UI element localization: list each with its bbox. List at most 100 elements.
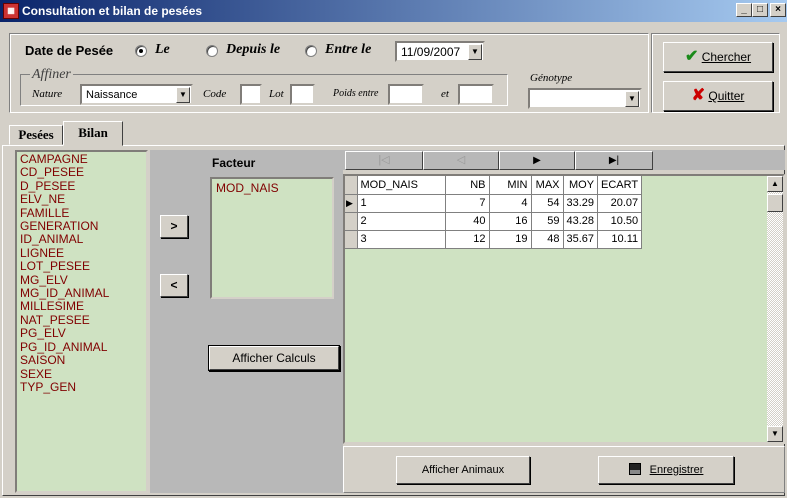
- date-dropdown[interactable]: 11/09/2007 ▼: [395, 41, 485, 62]
- add-factor-button[interactable]: >: [160, 215, 188, 238]
- table-cell[interactable]: 40: [445, 212, 490, 231]
- lot-input[interactable]: [290, 84, 315, 105]
- tab-pesees[interactable]: Pesées: [9, 125, 63, 145]
- table-cell[interactable]: 12: [445, 230, 490, 249]
- scroll-up-icon[interactable]: ▲: [767, 176, 783, 192]
- maximize-button[interactable]: □: [752, 3, 768, 17]
- field-list-item[interactable]: MG_ID_ANIMAL: [20, 286, 143, 300]
- field-list-item[interactable]: NAT_PESEE: [20, 313, 143, 327]
- field-list-item[interactable]: TYP_GEN: [20, 380, 143, 394]
- field-list-item[interactable]: PG_ID_ANIMAL: [20, 340, 143, 354]
- radio-depuis[interactable]: [206, 45, 218, 57]
- floppy-disk-icon: [628, 463, 641, 475]
- row-indicator[interactable]: [345, 212, 358, 231]
- row-indicator[interactable]: [345, 230, 358, 249]
- chercher-button[interactable]: ✔ Chercher: [663, 42, 773, 72]
- chevron-down-icon[interactable]: ▼: [468, 44, 482, 60]
- chevron-down-icon[interactable]: ▼: [625, 91, 639, 107]
- tab-bilan[interactable]: Bilan: [63, 121, 123, 146]
- row-indicator-header: [345, 176, 358, 195]
- column-header[interactable]: MIN: [489, 176, 532, 195]
- facteur-list[interactable]: MOD_NAIS: [210, 177, 334, 299]
- nav-prev-button[interactable]: ◁: [423, 151, 499, 170]
- table-cell[interactable]: 4: [489, 194, 532, 213]
- lot-label: Lot: [269, 88, 284, 100]
- minimize-button[interactable]: _: [736, 3, 752, 17]
- nature-value: Naissance: [86, 89, 138, 101]
- genotype-dropdown[interactable]: ▼: [528, 88, 642, 109]
- field-list-item[interactable]: SAISON: [20, 353, 143, 367]
- table-row[interactable]: ▶ 1 7 4 54 33.29 20.07: [345, 194, 643, 213]
- et-label: et: [441, 88, 449, 100]
- nav-next-button[interactable]: ▶: [499, 151, 575, 170]
- nature-label: Nature: [32, 88, 63, 100]
- nature-dropdown[interactable]: Naissance ▼: [80, 84, 193, 105]
- radio-entre[interactable]: [305, 45, 317, 57]
- field-list-item[interactable]: MG_ELV: [20, 273, 143, 287]
- data-grid[interactable]: MOD_NAIS NB MIN MAX MOY ECART ▶ 1 7 4 54 33.29 20.0…: [343, 174, 785, 444]
- table-cell[interactable]: 19: [489, 230, 532, 249]
- code-label: Code: [203, 88, 227, 100]
- field-list-item[interactable]: SEXE: [20, 367, 143, 381]
- quitter-button[interactable]: ✘ Quitter: [663, 81, 773, 111]
- date-value: 11/09/2007: [401, 45, 461, 59]
- column-header[interactable]: MOD_NAIS: [357, 176, 446, 195]
- facteur-item[interactable]: MOD_NAIS: [212, 179, 332, 198]
- radio-le-label: Le: [155, 42, 170, 57]
- scroll-thumb[interactable]: [767, 194, 783, 212]
- nav-last-button[interactable]: ▶|: [575, 151, 653, 170]
- code-input[interactable]: [240, 84, 262, 105]
- afficher-calculs-button[interactable]: Afficher Calculs: [209, 346, 339, 370]
- table-cell[interactable]: 43.28: [563, 212, 599, 231]
- table-cell[interactable]: 48: [531, 230, 564, 249]
- chevron-down-icon[interactable]: ▼: [176, 87, 190, 103]
- table-cell[interactable]: 1: [357, 194, 446, 213]
- column-header[interactable]: ECART: [597, 176, 643, 195]
- title-bar: ▦ Consultation et bilan de pesées _ □ ×: [0, 0, 787, 22]
- nav-first-button[interactable]: |◁: [345, 151, 423, 170]
- current-row-icon[interactable]: ▶: [345, 194, 358, 213]
- table-cell[interactable]: 59: [531, 212, 564, 231]
- poids-max-input[interactable]: [458, 84, 494, 105]
- grid-scrollbar[interactable]: ▲ ▼: [767, 176, 783, 442]
- table-cell[interactable]: 54: [531, 194, 564, 213]
- close-button[interactable]: ×: [770, 3, 786, 17]
- table-cell[interactable]: 3: [357, 230, 446, 249]
- date-pesee-label: Date de Pesée: [25, 43, 114, 58]
- table-cell[interactable]: 20.07: [597, 194, 643, 213]
- field-list-item[interactable]: CD_PESEE: [20, 165, 143, 179]
- field-list[interactable]: CAMPAGNE CD_PESEE D_PESEE ELV_NE FAMILLE GENE…: [15, 150, 148, 493]
- radio-le[interactable]: [135, 45, 147, 57]
- column-header[interactable]: MAX: [531, 176, 564, 195]
- application-window: ▦ Consultation et bilan de pesées _ □ × …: [0, 0, 787, 498]
- remove-factor-button[interactable]: <: [160, 274, 188, 297]
- table-row[interactable]: 2 40 16 59 43.28 10.50: [345, 212, 643, 231]
- afficher-calculs-label: Afficher Calculs: [232, 351, 316, 365]
- radio-entre-label: Entre le: [325, 42, 372, 57]
- column-header[interactable]: MOY: [563, 176, 599, 195]
- table-cell[interactable]: 16: [489, 212, 532, 231]
- table-cell[interactable]: 2: [357, 212, 446, 231]
- field-list-item[interactable]: ELV_NE: [20, 192, 143, 206]
- table-cell[interactable]: 7: [445, 194, 490, 213]
- table-cell[interactable]: 10.50: [597, 212, 643, 231]
- table-cell[interactable]: 10.11: [597, 230, 643, 249]
- field-list-item[interactable]: CAMPAGNE: [20, 152, 143, 166]
- table-row[interactable]: 3 12 19 48 35.67 10.11: [345, 230, 643, 249]
- field-list-item[interactable]: D_PESEE: [20, 179, 143, 193]
- field-list-item[interactable]: PG_ELV: [20, 326, 143, 340]
- poids-min-input[interactable]: [388, 84, 424, 105]
- afficher-animaux-button[interactable]: Afficher Animaux: [396, 456, 530, 484]
- genotype-label: Génotype: [530, 72, 573, 84]
- field-list-item[interactable]: GENERATION: [20, 219, 143, 233]
- field-list-item[interactable]: FAMILLE: [20, 206, 143, 220]
- field-list-item[interactable]: LOT_PESEE: [20, 259, 143, 273]
- table-cell[interactable]: 33.29: [563, 194, 599, 213]
- column-header[interactable]: NB: [445, 176, 490, 195]
- enregistrer-button[interactable]: Enregistrer: [598, 456, 734, 484]
- field-list-item[interactable]: ID_ANIMAL: [20, 233, 143, 247]
- scroll-down-icon[interactable]: ▼: [767, 426, 783, 442]
- field-list-item[interactable]: MILLESIME: [20, 300, 143, 314]
- field-list-item[interactable]: LIGNEE: [20, 246, 143, 260]
- table-cell[interactable]: 35.67: [563, 230, 599, 249]
